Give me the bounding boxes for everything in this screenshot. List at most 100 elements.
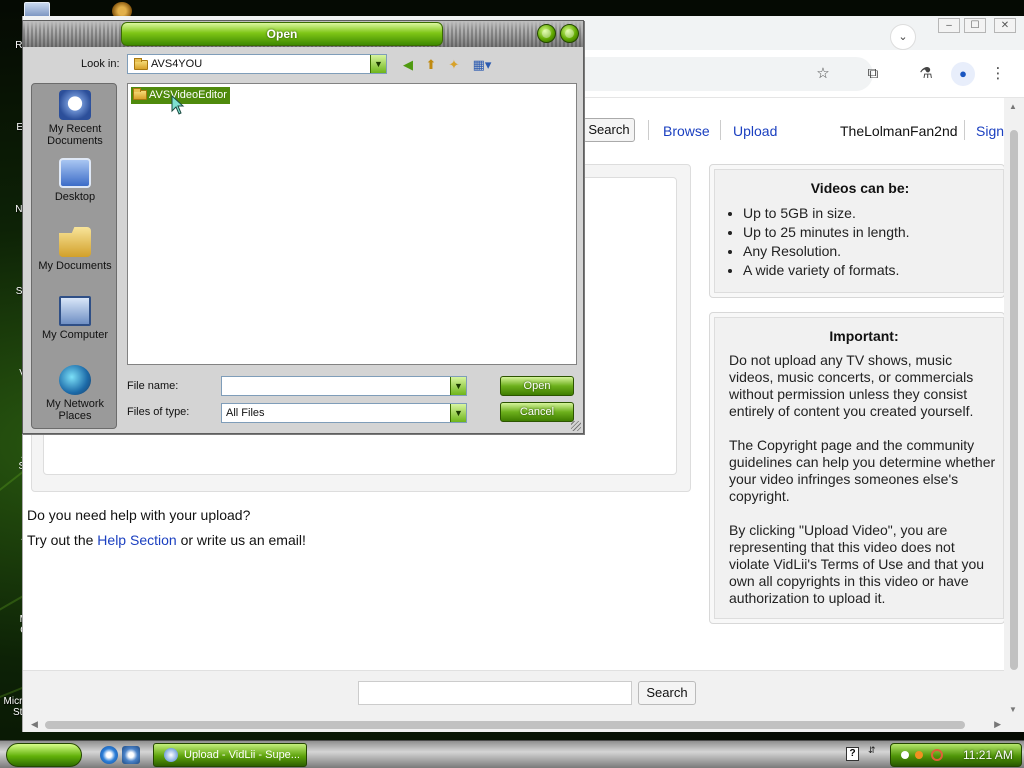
labs-flask-icon[interactable]: ⚗ xyxy=(916,64,936,84)
help-suffix: or write us an email! xyxy=(176,532,306,548)
videos-can-be-list: Up to 5GB in size. Up to 25 minutes in l… xyxy=(729,204,991,280)
place-my-computer[interactable]: My Computer xyxy=(32,296,118,341)
profile-avatar-icon[interactable]: ● xyxy=(951,62,975,86)
views-menu-icon[interactable]: ▦▾ xyxy=(470,56,494,74)
file-name-label: File name: xyxy=(127,380,179,392)
list-item: Up to 5GB in size. xyxy=(743,204,991,223)
bookmark-star-icon[interactable]: ☆ xyxy=(813,64,833,84)
close-button[interactable]: ✕ xyxy=(994,18,1016,33)
important-box: Important: Do not upload any TV shows, m… xyxy=(709,312,1005,624)
nav-divider xyxy=(720,120,721,140)
place-recent-documents[interactable]: My Recent Documents xyxy=(32,90,118,147)
browser-menu-icon[interactable]: ⋮ xyxy=(988,64,1008,84)
chevron-down-icon[interactable]: ▼ xyxy=(370,55,386,73)
nav-divider xyxy=(648,120,649,140)
important-title: Important: xyxy=(829,328,899,344)
list-item: A wide variety of formats. xyxy=(743,261,991,280)
important-paragraph: By clicking "Upload Video", you are repr… xyxy=(729,522,985,606)
vertical-scrollbar[interactable]: ▲ ▼ xyxy=(1004,98,1024,718)
help-section-link[interactable]: Help Section xyxy=(97,532,176,548)
footer-search-input[interactable] xyxy=(358,681,632,705)
chevron-down-icon[interactable]: ▼ xyxy=(450,404,466,422)
network-places-icon xyxy=(59,365,91,395)
chevron-down-icon[interactable]: ▼ xyxy=(450,377,466,395)
taskbar-item-label: Upload - VidLii - Supe... xyxy=(184,749,300,761)
important-paragraph: The Copyright page and the community gui… xyxy=(729,437,996,504)
place-my-documents[interactable]: My Documents xyxy=(32,227,118,272)
place-network[interactable]: My Network Places xyxy=(32,365,118,422)
scrollbar-thumb[interactable] xyxy=(45,721,965,729)
dialog-titlebar[interactable]: Open xyxy=(23,21,583,47)
horizontal-scrollbar[interactable]: ◀ ▶ xyxy=(23,718,1024,732)
page-footer: Search xyxy=(23,670,1005,718)
help-prefix: Try out the xyxy=(27,532,98,548)
place-desktop[interactable]: Desktop xyxy=(32,158,118,203)
important-paragraph: Do not upload any TV shows, music videos… xyxy=(729,352,974,419)
maximize-button[interactable]: ☐ xyxy=(964,18,986,33)
resize-grip-icon[interactable] xyxy=(571,421,581,431)
recent-documents-icon xyxy=(59,90,91,120)
look-in-label: Look in: xyxy=(81,58,120,70)
videos-can-be-title: Videos can be: xyxy=(810,180,910,196)
new-folder-icon[interactable]: ✦ xyxy=(445,56,463,74)
taskbar-item-browser[interactable]: Upload - VidLii - Supe... xyxy=(153,743,307,767)
place-label: My Recent Documents xyxy=(47,123,103,147)
nav-sign-link[interactable]: Sign xyxy=(976,123,1004,139)
files-of-type-dropdown[interactable]: All Files ▼ xyxy=(221,403,467,423)
back-icon[interactable]: ◀ xyxy=(399,56,417,74)
network-tray-icon[interactable] xyxy=(901,751,909,759)
browser-icon xyxy=(164,748,178,762)
scroll-left-arrow-icon[interactable]: ◀ xyxy=(31,719,38,730)
my-documents-icon xyxy=(59,227,91,257)
place-label: My Computer xyxy=(41,329,109,341)
help-circle-icon[interactable] xyxy=(537,24,556,43)
scroll-right-arrow-icon[interactable]: ▶ xyxy=(994,719,1001,730)
tab-search-button[interactable]: ⌄ xyxy=(890,24,916,50)
nav-upload-link[interactable]: Upload xyxy=(733,123,777,139)
search-tray-icon[interactable] xyxy=(931,749,943,761)
nav-divider xyxy=(964,120,965,140)
mouse-cursor-icon xyxy=(171,95,185,115)
scroll-down-arrow-icon[interactable]: ▼ xyxy=(1009,705,1017,714)
header-search-button[interactable]: Search xyxy=(583,118,635,142)
place-label: My Documents xyxy=(38,260,112,272)
desktop-icon xyxy=(59,158,91,188)
help-icon[interactable]: ? xyxy=(846,747,859,761)
file-list[interactable]: AVSVideoEditor xyxy=(127,83,577,365)
my-computer-icon xyxy=(59,296,91,326)
dialog-title: Open xyxy=(121,22,443,46)
volume-tray-icon[interactable] xyxy=(915,751,923,759)
nav-browse-link[interactable]: Browse xyxy=(663,123,710,139)
files-of-type-label: Files of type: xyxy=(127,406,190,418)
close-circle-icon[interactable] xyxy=(560,24,579,43)
videos-can-be-box: Videos can be: Up to 5GB in size. Up to … xyxy=(709,164,1005,298)
look-in-dropdown[interactable]: AVS4YOU ▼ xyxy=(127,54,387,74)
minimize-button[interactable]: – xyxy=(938,18,960,33)
folder-icon xyxy=(134,58,148,70)
nav-username-link[interactable]: TheLolmanFan2nd xyxy=(840,123,958,139)
footer-search-button[interactable]: Search xyxy=(638,681,696,705)
scroll-up-arrow-icon[interactable]: ▲ xyxy=(1009,102,1017,111)
taskbar: Upload - VidLii - Supe... ? ⇵ 11:21 AM xyxy=(0,740,1024,768)
place-label: My Network Places xyxy=(45,398,105,422)
scrollbar-thumb[interactable] xyxy=(1010,130,1018,670)
place-label: Desktop xyxy=(54,191,96,203)
clock: 11:21 AM xyxy=(963,748,1013,762)
cancel-button[interactable]: Cancel xyxy=(500,402,574,422)
tray-arrows-icon[interactable]: ⇵ xyxy=(868,745,878,763)
file-name-field[interactable]: ▼ xyxy=(221,376,467,396)
open-file-dialog: Open Look in: AVS4YOU ▼ ◀ ⬆ ✦ ▦▾ My Rece… xyxy=(22,20,584,434)
up-folder-icon[interactable]: ⬆ xyxy=(422,56,440,74)
open-button[interactable]: Open xyxy=(500,376,574,396)
help-suggestion-text: Try out the Help Section or write us an … xyxy=(27,532,306,548)
system-tray: 11:21 AM xyxy=(890,743,1022,767)
internet-explorer-icon[interactable] xyxy=(100,746,118,764)
look-in-value: AVS4YOU xyxy=(151,58,203,70)
files-of-type-value: All Files xyxy=(226,407,265,419)
help-question-text: Do you need help with your upload? xyxy=(27,507,251,523)
start-button[interactable] xyxy=(6,743,82,767)
folder-icon xyxy=(133,88,147,100)
show-desktop-icon[interactable] xyxy=(122,746,140,764)
places-bar: My Recent Documents Desktop My Documents… xyxy=(31,83,117,429)
extensions-icon[interactable]: ⧉ xyxy=(863,64,883,84)
